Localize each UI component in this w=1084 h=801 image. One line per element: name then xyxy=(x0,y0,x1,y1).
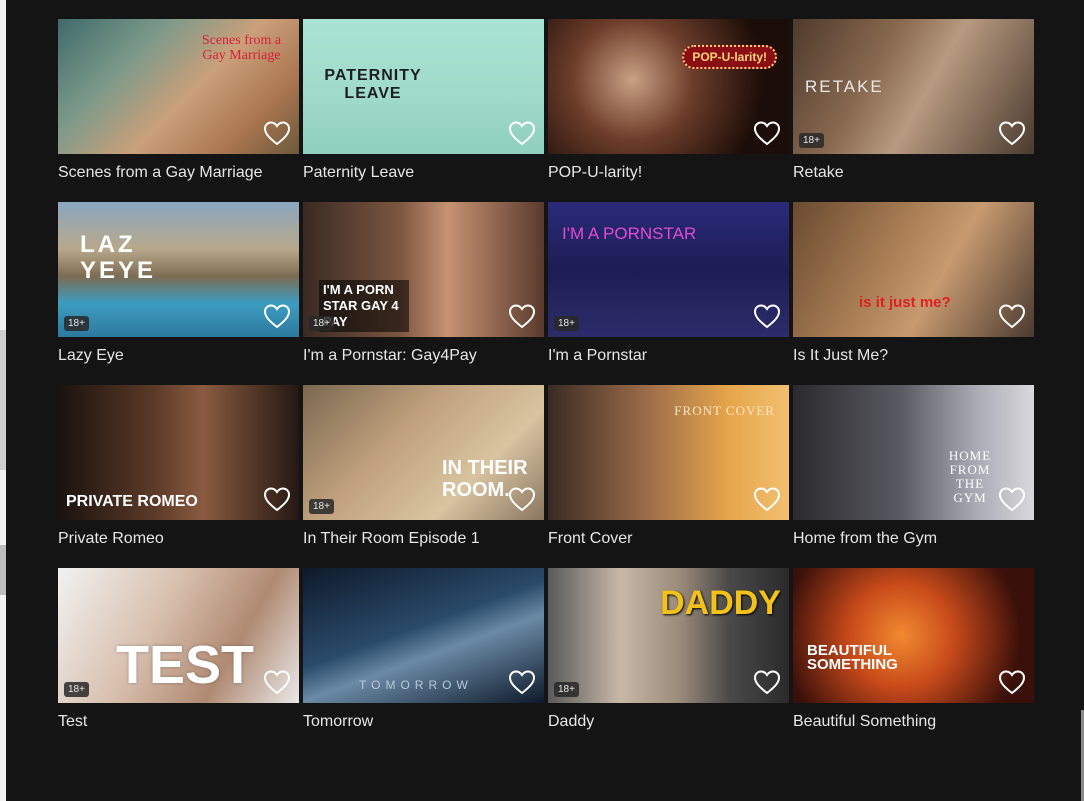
heart-outline-icon[interactable] xyxy=(263,303,291,329)
poster-thumbnail[interactable]: BEAUTIFUL SOMETHING xyxy=(793,568,1034,703)
poster-thumbnail[interactable]: PATERNITY LEAVE xyxy=(303,19,544,154)
title-label[interactable]: Daddy xyxy=(548,712,789,732)
title-card[interactable]: BEAUTIFUL SOMETHING Beautiful Something xyxy=(793,568,1034,741)
title-label[interactable]: Scenes from a Gay Marriage xyxy=(58,163,299,183)
title-card[interactable]: TEST 18+ Test xyxy=(58,568,299,741)
heart-outline-icon[interactable] xyxy=(508,486,536,512)
age-rating-badge: 18+ xyxy=(309,316,334,331)
poster-thumbnail[interactable]: POP-U-larity! xyxy=(548,19,789,154)
heart-outline-icon[interactable] xyxy=(998,669,1026,695)
age-rating-badge: 18+ xyxy=(309,499,334,514)
poster-overlay-text: TEST xyxy=(116,635,255,695)
heart-outline-icon[interactable] xyxy=(753,303,781,329)
title-card[interactable]: TOMORROW Tomorrow xyxy=(303,568,544,741)
poster-overlay-text: PRIVATE ROMEO xyxy=(66,493,198,510)
poster-thumbnail[interactable]: HOME FROM THE GYM xyxy=(793,385,1034,520)
poster-overlay-text: POP-U-larity! xyxy=(682,45,777,69)
title-label[interactable]: Retake xyxy=(793,163,1034,183)
poster-thumbnail[interactable]: TEST 18+ xyxy=(58,568,299,703)
title-card[interactable]: I'M A PORN STAR GAY 4 PAY 18+ I'm a Porn… xyxy=(303,202,544,375)
poster-overlay-text: TOMORROW xyxy=(359,678,473,692)
heart-outline-icon[interactable] xyxy=(753,669,781,695)
title-label[interactable]: Beautiful Something xyxy=(793,712,1034,732)
left-window-edge-shade-2 xyxy=(0,545,6,595)
heart-outline-icon[interactable] xyxy=(508,303,536,329)
left-window-edge xyxy=(0,0,6,801)
title-card[interactable]: I'M A PORNSTAR 18+ I'm a Pornstar xyxy=(548,202,789,375)
title-label[interactable]: I'm a Pornstar xyxy=(548,346,789,366)
title-grid: Scenes from a Gay Marriage Scenes from a… xyxy=(58,19,1034,741)
poster-overlay-text: RETAKE xyxy=(805,77,884,96)
title-card[interactable]: DADDY 18+ Daddy xyxy=(548,568,789,741)
title-label[interactable]: Private Romeo xyxy=(58,529,299,549)
poster-thumbnail[interactable]: DADDY 18+ xyxy=(548,568,789,703)
poster-overlay-text: LAZ YEYE xyxy=(80,231,157,284)
poster-thumbnail[interactable]: FRONT COVER xyxy=(548,385,789,520)
title-label[interactable]: Paternity Leave xyxy=(303,163,544,183)
title-label[interactable]: Is It Just Me? xyxy=(793,346,1034,366)
poster-thumbnail[interactable]: PRIVATE ROMEO xyxy=(58,385,299,520)
poster-thumbnail[interactable]: I'M A PORNSTAR 18+ xyxy=(548,202,789,337)
title-label[interactable]: Tomorrow xyxy=(303,712,544,732)
poster-overlay-text: DADDY xyxy=(660,584,781,622)
poster-overlay-text: is it just me? xyxy=(859,294,951,311)
heart-outline-icon[interactable] xyxy=(753,120,781,146)
age-rating-badge: 18+ xyxy=(554,682,579,697)
poster-overlay-text: I'M A PORNSTAR xyxy=(562,224,697,243)
title-card[interactable]: HOME FROM THE GYM Home from the Gym xyxy=(793,385,1034,558)
poster-overlay-text: Scenes from a Gay Marriage xyxy=(201,33,282,63)
title-card[interactable]: Scenes from a Gay Marriage Scenes from a… xyxy=(58,19,299,192)
title-card[interactable]: FRONT COVER Front Cover xyxy=(548,385,789,558)
heart-outline-icon[interactable] xyxy=(998,486,1026,512)
poster-overlay-text: BEAUTIFUL SOMETHING xyxy=(807,642,898,673)
heart-outline-icon[interactable] xyxy=(753,486,781,512)
left-window-edge-shade xyxy=(0,330,6,470)
heart-outline-icon[interactable] xyxy=(508,120,536,146)
title-label[interactable]: Front Cover xyxy=(548,529,789,549)
age-rating-badge: 18+ xyxy=(64,682,89,697)
heart-outline-icon[interactable] xyxy=(998,120,1026,146)
title-card[interactable]: PRIVATE ROMEO Private Romeo xyxy=(58,385,299,558)
title-card[interactable]: IN THEIR ROOM. 18+ In Their Room Episode… xyxy=(303,385,544,558)
poster-thumbnail[interactable]: TOMORROW xyxy=(303,568,544,703)
poster-overlay-text: HOME FROM THE GYM xyxy=(948,448,992,505)
heart-outline-icon[interactable] xyxy=(263,120,291,146)
poster-overlay-text: PATERNITY LEAVE xyxy=(324,67,422,102)
poster-thumbnail[interactable]: is it just me? xyxy=(793,202,1034,337)
title-card[interactable]: POP-U-larity! POP-U-larity! xyxy=(548,19,789,192)
title-label[interactable]: Test xyxy=(58,712,299,732)
heart-outline-icon[interactable] xyxy=(508,669,536,695)
age-rating-badge: 18+ xyxy=(554,316,579,331)
poster-thumbnail[interactable]: Scenes from a Gay Marriage xyxy=(58,19,299,154)
heart-outline-icon[interactable] xyxy=(263,669,291,695)
title-label[interactable]: I'm a Pornstar: Gay4Pay xyxy=(303,346,544,366)
poster-thumbnail[interactable]: I'M A PORN STAR GAY 4 PAY 18+ xyxy=(303,202,544,337)
title-card[interactable]: RETAKE 18+ Retake xyxy=(793,19,1034,192)
title-label[interactable]: POP-U-larity! xyxy=(548,163,789,183)
title-label[interactable]: Home from the Gym xyxy=(793,529,1034,549)
poster-thumbnail[interactable]: RETAKE 18+ xyxy=(793,19,1034,154)
title-card[interactable]: LAZ YEYE 18+ Lazy Eye xyxy=(58,202,299,375)
title-label[interactable]: In Their Room Episode 1 xyxy=(303,529,544,549)
title-card[interactable]: PATERNITY LEAVE Paternity Leave xyxy=(303,19,544,192)
heart-outline-icon[interactable] xyxy=(263,486,291,512)
age-rating-badge: 18+ xyxy=(64,316,89,331)
age-rating-badge: 18+ xyxy=(799,133,824,148)
title-label[interactable]: Lazy Eye xyxy=(58,346,299,366)
poster-overlay-text: FRONT COVER xyxy=(674,403,775,418)
poster-thumbnail[interactable]: IN THEIR ROOM. 18+ xyxy=(303,385,544,520)
heart-outline-icon[interactable] xyxy=(998,303,1026,329)
poster-thumbnail[interactable]: LAZ YEYE 18+ xyxy=(58,202,299,337)
title-card[interactable]: is it just me? Is It Just Me? xyxy=(793,202,1034,375)
